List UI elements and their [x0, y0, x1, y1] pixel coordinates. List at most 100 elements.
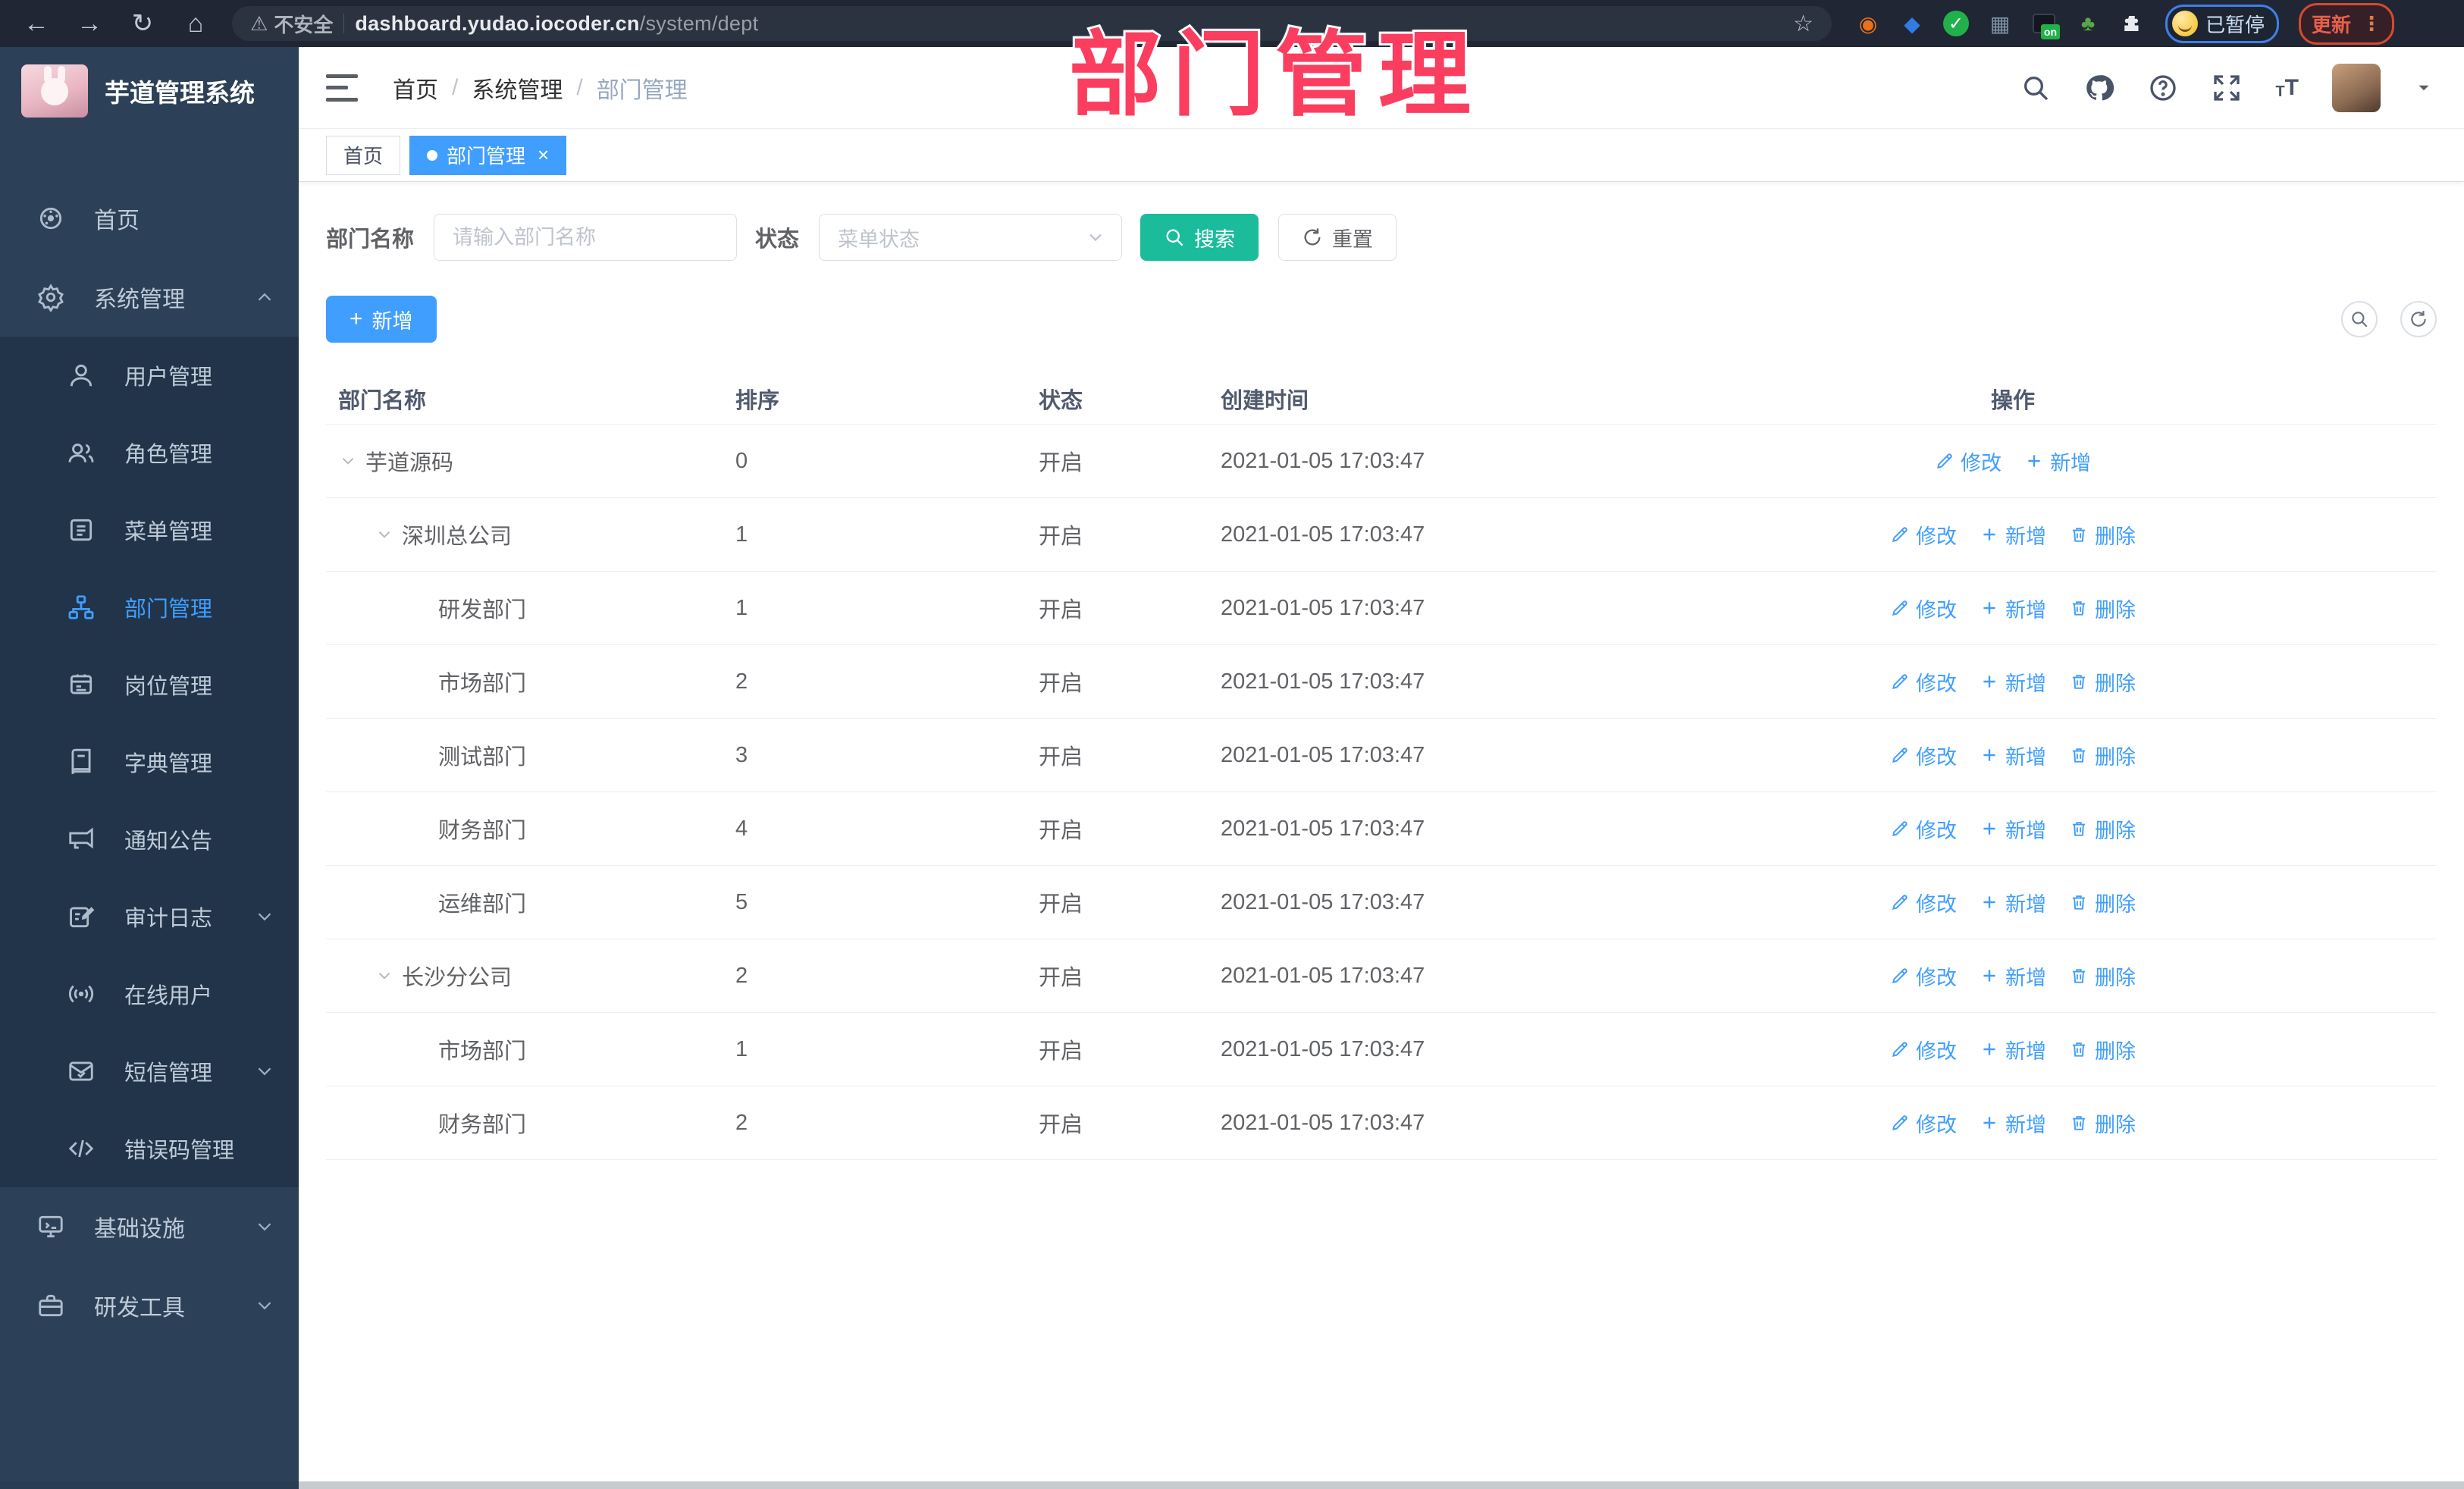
toggle-search-button[interactable]	[2341, 301, 2378, 337]
site-security-warning[interactable]: ⚠ 不安全	[250, 10, 333, 38]
action-pencil-link[interactable]: 修改	[1890, 741, 1957, 770]
extension-green-check-icon[interactable]: ✓	[1942, 10, 1970, 37]
dept-status: 开启	[1039, 892, 1083, 917]
action-pencil-link[interactable]: 修改	[1935, 447, 2002, 476]
extension-grid-icon[interactable]: ▦	[1986, 10, 2014, 37]
action-label: 修改	[1916, 598, 1957, 622]
dept-created-time: 2021-01-05 17:03:47	[1221, 742, 1425, 767]
sidebar-item-2-user-icon[interactable]: 用户管理	[0, 337, 299, 414]
action-pencil-link[interactable]: 修改	[1890, 814, 1957, 844]
sidebar-item-0-dashboard-icon[interactable]: 首页	[0, 179, 299, 258]
search-icon[interactable]	[2020, 73, 2051, 103]
extension-orange-icon[interactable]: ◉	[1854, 10, 1882, 37]
action-pencil-link[interactable]: 修改	[1890, 520, 1957, 550]
extension-puzzle-icon[interactable]	[2118, 10, 2146, 37]
github-icon[interactable]	[2084, 73, 2114, 103]
user-menu-caret-icon[interactable]	[2414, 78, 2434, 98]
plus-icon	[1980, 598, 1999, 618]
action-pencil-link[interactable]: 修改	[1890, 961, 1957, 991]
dept-name-input[interactable]	[434, 214, 738, 261]
extension-leaf-icon[interactable]: ♣	[2074, 10, 2102, 37]
action-trash-link[interactable]: 删除	[2069, 1035, 2136, 1064]
action-pencil-link[interactable]: 修改	[1890, 1108, 1957, 1138]
sidebar-item-label: 短信管理	[124, 1061, 213, 1086]
dept-sort: 2	[735, 1110, 748, 1135]
sidebar-item-3-users-icon[interactable]: 角色管理	[0, 414, 299, 491]
sidebar-item-7-dictionary-icon[interactable]: 字典管理	[0, 723, 299, 801]
sidebar-item-5-org-tree-icon[interactable]: 部门管理	[0, 569, 299, 646]
sidebar-item-10-online-users-icon[interactable]: 在线用户	[0, 955, 299, 1033]
browser-back-icon[interactable]: ←	[20, 9, 53, 39]
annotation-overlay-text: 部门管理	[1067, 21, 1481, 129]
action-plus-link[interactable]: 新增	[1980, 667, 2046, 697]
sidebar-item-1-gear-icon[interactable]: 系统管理	[0, 258, 299, 337]
browser-reload-icon[interactable]: ↻	[126, 8, 159, 39]
search-button[interactable]: 搜索	[1140, 214, 1259, 261]
action-plus-link[interactable]: 新增	[1980, 961, 2046, 991]
extension-on-badge-icon[interactable]	[2030, 10, 2061, 39]
action-plus-link[interactable]: 新增	[1980, 520, 2046, 550]
extension-blue-icon[interactable]: ◆	[1898, 10, 1926, 37]
profile-paused-pill[interactable]: 已暂停	[2165, 4, 2280, 43]
action-trash-link[interactable]: 删除	[2069, 594, 2136, 623]
action-label: 修改	[1916, 1039, 1957, 1063]
browser-forward-icon[interactable]: →	[73, 9, 106, 39]
online-users-icon	[67, 980, 96, 1008]
action-trash-link[interactable]: 删除	[2069, 1108, 2136, 1138]
action-trash-link[interactable]: 删除	[2069, 741, 2136, 770]
row-expand-caret-icon[interactable]	[375, 523, 402, 546]
action-pencil-link[interactable]: 修改	[1890, 667, 1957, 697]
sidebar-collapse-icon[interactable]	[326, 74, 358, 102]
breadcrumb-item-1[interactable]: 系统管理	[472, 71, 563, 105]
browser-menu-icon[interactable]: ⋮	[2362, 12, 2381, 36]
sidebar-item-12-error-code-icon[interactable]: 错误码管理	[0, 1110, 299, 1187]
action-pencil-link[interactable]: 修改	[1890, 1035, 1957, 1064]
reset-button[interactable]: 重置	[1278, 214, 1397, 261]
breadcrumb-item-0[interactable]: 首页	[393, 71, 438, 105]
browser-update-button[interactable]: 更新 ⋮	[2299, 2, 2395, 45]
sidebar-item-8-announcement-icon[interactable]: 通知公告	[0, 801, 299, 878]
status-select[interactable]: 菜单状态	[819, 214, 1123, 261]
bookmark-star-icon[interactable]: ☆	[1793, 11, 1814, 37]
sidebar-item-14-dev-tools-icon[interactable]: 研发工具	[0, 1266, 299, 1345]
status-select-placeholder: 菜单状态	[838, 227, 920, 251]
action-pencil-link[interactable]: 修改	[1890, 888, 1957, 917]
tab-close-icon[interactable]: ×	[538, 143, 549, 167]
plus-icon: +	[350, 306, 363, 331]
tab-0[interactable]: 首页	[326, 135, 401, 175]
row-expand-caret-icon[interactable]	[375, 964, 402, 987]
font-size-icon[interactable]: TT	[2275, 76, 2299, 99]
fullscreen-icon[interactable]	[2212, 73, 2242, 103]
sidebar-item-9-audit-log-icon[interactable]: 审计日志	[0, 878, 299, 955]
sidebar-item-11-sms-icon[interactable]: 短信管理	[0, 1033, 299, 1110]
refresh-button[interactable]	[2400, 301, 2437, 337]
action-plus-link[interactable]: 新增	[1980, 888, 2046, 917]
address-bar[interactable]: ⚠ 不安全 dashboard.yudao.iocoder.cn/system/d…	[232, 6, 1832, 41]
sidebar-item-label: 基础设施	[94, 1217, 185, 1242]
action-trash-link[interactable]: 删除	[2069, 888, 2136, 917]
action-plus-link[interactable]: 新增	[2024, 447, 2091, 476]
row-expand-caret-icon[interactable]	[338, 450, 365, 472]
action-plus-link[interactable]: 新增	[1980, 594, 2046, 623]
action-plus-link[interactable]: 新增	[1980, 1035, 2046, 1064]
action-trash-link[interactable]: 删除	[2069, 814, 2136, 844]
dept-status: 开启	[1039, 966, 1083, 990]
tab-1[interactable]: 部门管理 ×	[409, 135, 567, 175]
sidebar-item-6-badge-icon[interactable]: 岗位管理	[0, 646, 299, 723]
action-plus-link[interactable]: 新增	[1980, 741, 2046, 770]
action-trash-link[interactable]: 删除	[2069, 667, 2136, 697]
action-pencil-link[interactable]: 修改	[1890, 594, 1957, 623]
sidebar-item-4-menu-list-icon[interactable]: 菜单管理	[0, 491, 299, 569]
action-plus-link[interactable]: 新增	[1980, 1108, 2046, 1138]
action-trash-link[interactable]: 删除	[2069, 520, 2136, 550]
browser-home-icon[interactable]: ⌂	[179, 9, 212, 39]
app-logo-row[interactable]: 芋道管理系统	[0, 47, 299, 135]
action-plus-link[interactable]: 新增	[1980, 814, 2046, 844]
action-label: 修改	[1916, 745, 1957, 769]
sidebar-item-13-infrastructure-icon[interactable]: 基础设施	[0, 1187, 299, 1266]
add-button[interactable]: + 新增	[326, 296, 437, 343]
action-trash-link[interactable]: 删除	[2069, 961, 2136, 991]
help-icon[interactable]	[2148, 73, 2178, 103]
dept-sort: 1	[735, 595, 748, 620]
user-avatar[interactable]	[2332, 63, 2381, 112]
